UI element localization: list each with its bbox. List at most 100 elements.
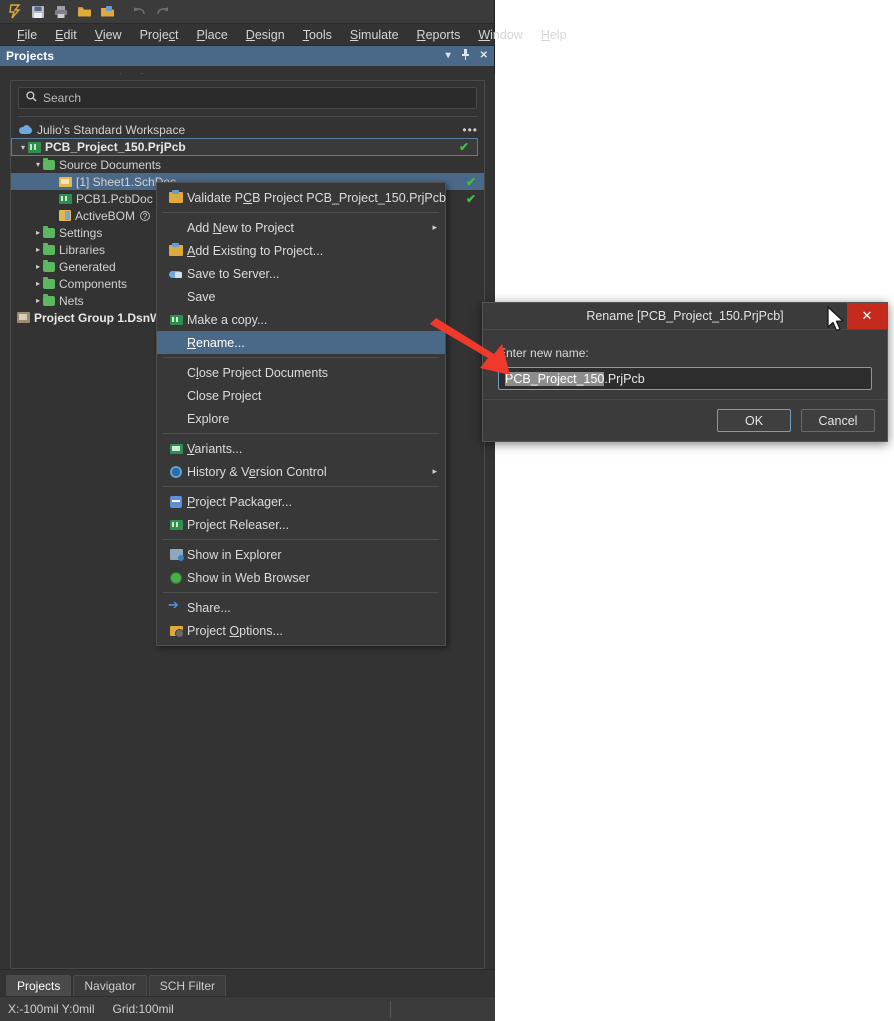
undo-icon[interactable] — [129, 2, 149, 22]
web-browser-icon-glyph — [170, 571, 182, 584]
new-name-label: Enter new name: — [498, 346, 589, 360]
search-icon — [26, 89, 37, 107]
ctx-item-show-in-explorer[interactable]: Show in Explorer — [157, 543, 445, 566]
variants-icon — [165, 443, 187, 454]
pcb-icon — [59, 193, 72, 204]
menu-item-label: Save to Server... — [187, 266, 280, 281]
tab-projects[interactable]: Projects — [6, 975, 72, 996]
ctx-item-add-existing-to-project[interactable]: Add Existing to Project... — [157, 239, 445, 262]
chevron-right-icon[interactable]: ▸ — [33, 279, 43, 288]
menu-item-label: Save — [187, 289, 216, 304]
ok-button[interactable]: OK — [717, 409, 791, 432]
ctx-item-add-new-to-project[interactable]: Add New to Project ▸ — [157, 216, 445, 239]
close-icon[interactable]: ✕ — [847, 303, 887, 329]
menu-place[interactable]: Place — [188, 26, 237, 44]
menu-separator — [163, 433, 439, 434]
new-name-input[interactable]: PCB_Project_150 .PrjPcb — [498, 367, 872, 390]
menu-project[interactable]: Project — [131, 26, 188, 44]
chevron-right-icon: ▸ — [432, 222, 437, 232]
project-options-icon — [165, 625, 187, 638]
menu-item-label: Make a copy... — [187, 312, 268, 327]
validate-icon — [165, 190, 187, 203]
rename-dialog: Rename [PCB_Project_150.PrjPcb] ✕ Enter … — [482, 302, 888, 442]
ctx-item-variants[interactable]: Variants... — [157, 437, 445, 460]
ctx-item-validate-pcb-project-pcb-project-150-prjpcb[interactable]: Validate PCB Project PCB_Project_150.Prj… — [157, 186, 446, 209]
chevron-down-icon[interactable]: ▾ — [33, 160, 43, 169]
workspace-overflow-icon[interactable]: ••• — [462, 123, 484, 137]
menu-tools[interactable]: Tools — [294, 26, 341, 44]
ctx-item-rename[interactable]: Rename... — [157, 331, 445, 354]
altium-logo-icon[interactable] — [5, 2, 25, 22]
chevron-right-icon[interactable]: ▸ — [33, 245, 43, 254]
packager-icon-glyph — [170, 495, 182, 508]
tree-row-workspace[interactable]: Julio's Standard Workspace ••• — [11, 121, 484, 138]
history-icon — [165, 465, 187, 478]
close-icon[interactable]: ✕ — [480, 51, 488, 61]
status-grid: Grid:100mil — [112, 1002, 174, 1016]
folder-icon — [43, 242, 55, 255]
status-check-icon: ✔ — [458, 140, 469, 154]
menu-item-label: Project Releaser... — [187, 517, 290, 532]
menu-item-label: Project Options... — [187, 623, 283, 638]
ctx-item-share[interactable]: Share... — [157, 596, 445, 619]
menu-simulate[interactable]: Simulate — [341, 26, 408, 44]
help-icon[interactable]: ? — [140, 210, 151, 221]
make-copy-icon — [165, 314, 187, 325]
project-options-icon-glyph — [169, 625, 184, 638]
tree-row[interactable]: ▾ Source Documents — [11, 156, 484, 173]
ctx-item-make-a-copy[interactable]: Make a copy... — [157, 308, 445, 331]
save-to-server-icon-glyph — [169, 269, 183, 279]
menu-item-label: History & Version Control — [187, 464, 327, 479]
ctx-item-project-releaser[interactable]: Project Releaser... — [157, 513, 445, 536]
menu-window[interactable]: Window — [469, 26, 531, 44]
tree-row-project[interactable]: ▾ PCB_Project_150.PrjPcb ✔ — [11, 138, 478, 156]
ctx-item-close-project[interactable]: Close Project — [157, 384, 445, 407]
ctx-item-show-in-web-browser[interactable]: Show in Web Browser — [157, 566, 445, 589]
tree-item-label: Libraries — [59, 242, 106, 257]
status-check-icon: ✔ — [465, 191, 476, 206]
redo-icon[interactable] — [152, 2, 172, 22]
search-placeholder: Search — [43, 91, 82, 105]
tab-sch-filter[interactable]: SCH Filter — [148, 975, 227, 996]
menu-design[interactable]: Design — [237, 26, 294, 44]
open-project-icon[interactable] — [97, 2, 117, 22]
bom-icon — [59, 210, 71, 221]
ctx-item-project-options[interactable]: Project Options... — [157, 619, 445, 642]
explorer-icon-glyph — [169, 549, 184, 561]
save-icon[interactable] — [28, 2, 48, 22]
menu-item-label: Validate PCB Project PCB_Project_150.Prj… — [187, 190, 446, 205]
open-folder-icon[interactable] — [74, 2, 94, 22]
chevron-right-icon[interactable]: ▸ — [33, 296, 43, 305]
search-input[interactable]: Search — [18, 87, 477, 109]
variants-icon-glyph — [169, 443, 183, 454]
menu-help[interactable]: Help — [532, 26, 576, 44]
ctx-item-save-to-server[interactable]: Save to Server... — [157, 262, 445, 285]
ctx-item-explore[interactable]: Explore — [157, 407, 445, 430]
add-existing-icon-glyph — [169, 243, 183, 256]
menu-item-label: Close Project Documents — [187, 365, 329, 380]
menu-item-label: Explore — [187, 411, 230, 426]
chevron-right-icon[interactable]: ▸ — [33, 228, 43, 237]
main-toolbar — [0, 0, 494, 24]
chevron-down-icon[interactable]: ▾ — [446, 51, 451, 61]
menu-view[interactable]: View — [86, 26, 131, 44]
tree-item-label: PCB1.PcbDoc — [76, 191, 153, 206]
chevron-down-icon[interactable]: ▾ — [18, 143, 28, 152]
menu-item-label: Add New to Project — [187, 220, 295, 235]
cancel-button[interactable]: Cancel — [801, 409, 875, 432]
menu-file[interactable]: File — [8, 26, 46, 44]
menu-separator — [163, 486, 439, 487]
print-icon[interactable] — [51, 2, 71, 22]
tab-navigator[interactable]: Navigator — [73, 975, 147, 996]
ctx-item-project-packager[interactable]: Project Packager... — [157, 490, 445, 513]
pin-icon[interactable] — [461, 49, 470, 63]
menu-reports[interactable]: Reports — [408, 26, 470, 44]
tree-item-label: Generated — [59, 259, 116, 274]
menu-edit[interactable]: Edit — [46, 26, 86, 44]
chevron-right-icon[interactable]: ▸ — [33, 262, 43, 271]
menu-item-label: Project Packager... — [187, 494, 292, 509]
share-icon — [165, 597, 187, 614]
ctx-item-close-project-documents[interactable]: Close Project Documents — [157, 361, 445, 384]
ctx-item-history-version-control[interactable]: History & Version Control ▸ — [157, 460, 445, 483]
ctx-item-save[interactable]: Save — [157, 285, 445, 308]
